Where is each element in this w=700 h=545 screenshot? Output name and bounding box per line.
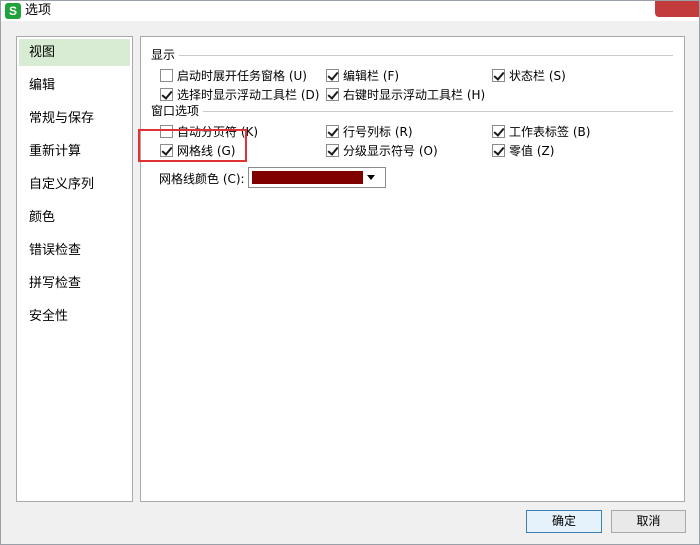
option-outline-symbols[interactable]: 分级显示符号 (O) [326,141,438,159]
options-category-list: 视图 编辑 常规与保存 重新计算 自定义序列 颜色 错误检查 拼写检查 安全性 [16,36,133,502]
option-expand-task-pane[interactable]: 启动时展开任务窗格 (U) [160,66,307,84]
sidebar-item-spell-check[interactable]: 拼写检查 [19,270,130,297]
option-sheet-tabs[interactable]: 工作表标签 (B) [492,122,590,140]
sidebar-item-error-checking[interactable]: 错误检查 [19,237,130,264]
checkbox-floating-toolbar-on-right-click[interactable] [326,87,339,101]
sidebar-item-security[interactable]: 安全性 [19,303,130,330]
checkbox-status-bar[interactable] [492,68,505,82]
option-label: 右键时显示浮动工具栏 (H) [343,87,486,102]
sidebar-item-edit[interactable]: 编辑 [19,72,130,99]
checkbox-floating-toolbar-on-select[interactable] [160,87,173,101]
option-row-col-headers[interactable]: 行号列标 (R) [326,122,413,140]
checkbox-zero-values[interactable] [492,143,505,157]
option-label: 零值 (Z) [509,143,555,158]
option-label: 行号列标 (R) [343,124,413,139]
sidebar-item-recalculate[interactable]: 重新计算 [19,138,130,165]
display-group-divider [179,55,673,56]
sidebar-item-general-save[interactable]: 常规与保存 [19,105,130,132]
option-label: 状态栏 (S) [509,68,566,83]
checkbox-outline-symbols[interactable] [326,143,339,157]
option-label: 启动时展开任务窗格 (U) [177,68,307,83]
checkbox-sheet-tabs[interactable] [492,124,505,138]
gridline-color-dropdown[interactable] [248,167,386,188]
display-group-label: 显示 [151,47,180,63]
checkbox-row-col-headers[interactable] [326,124,339,138]
option-status-bar[interactable]: 状态栏 (S) [492,66,566,84]
ok-button[interactable]: 确定 [526,510,602,533]
option-formula-bar[interactable]: 编辑栏 (F) [326,66,399,84]
sidebar-item-custom-lists[interactable]: 自定义序列 [19,171,130,198]
option-label: 编辑栏 (F) [343,68,400,83]
checkbox-expand-task-pane[interactable] [160,68,173,82]
sidebar-item-color[interactable]: 颜色 [19,204,130,231]
cancel-button[interactable]: 取消 [611,510,686,533]
window-options-divider [203,111,673,112]
view-options-panel [140,36,685,502]
gridline-color-swatch [252,171,363,184]
option-floating-toolbar-on-right-click[interactable]: 右键时显示浮动工具栏 (H) [326,85,485,103]
option-label: 分级显示符号 (O) [343,143,438,158]
dropdown-arrow-icon [367,175,375,180]
app-icon-letter: S [8,4,17,18]
title-bar: S 选项 [1,1,699,21]
option-floating-toolbar-on-select[interactable]: 选择时显示浮动工具栏 (D) [160,85,319,103]
options-dialog: S 选项 视图 编辑 常规与保存 重新计算 自定义序列 颜色 错误检查 拼写检查… [0,0,700,545]
option-label: 选择时显示浮动工具栏 (D) [177,87,320,102]
option-zero-values[interactable]: 零值 (Z) [492,141,554,159]
gridline-color-label: 网格线颜色 (C): [159,172,245,186]
gridlines-highlight-box [138,129,247,162]
dialog-title: 选项 [25,3,52,18]
checkbox-formula-bar[interactable] [326,68,339,82]
window-options-label: 窗口选项 [151,103,204,119]
option-label: 工作表标签 (B) [509,124,591,139]
wps-spreadsheet-icon: S [5,3,21,19]
close-button[interactable] [655,1,699,17]
sidebar-item-view[interactable]: 视图 [19,39,130,66]
